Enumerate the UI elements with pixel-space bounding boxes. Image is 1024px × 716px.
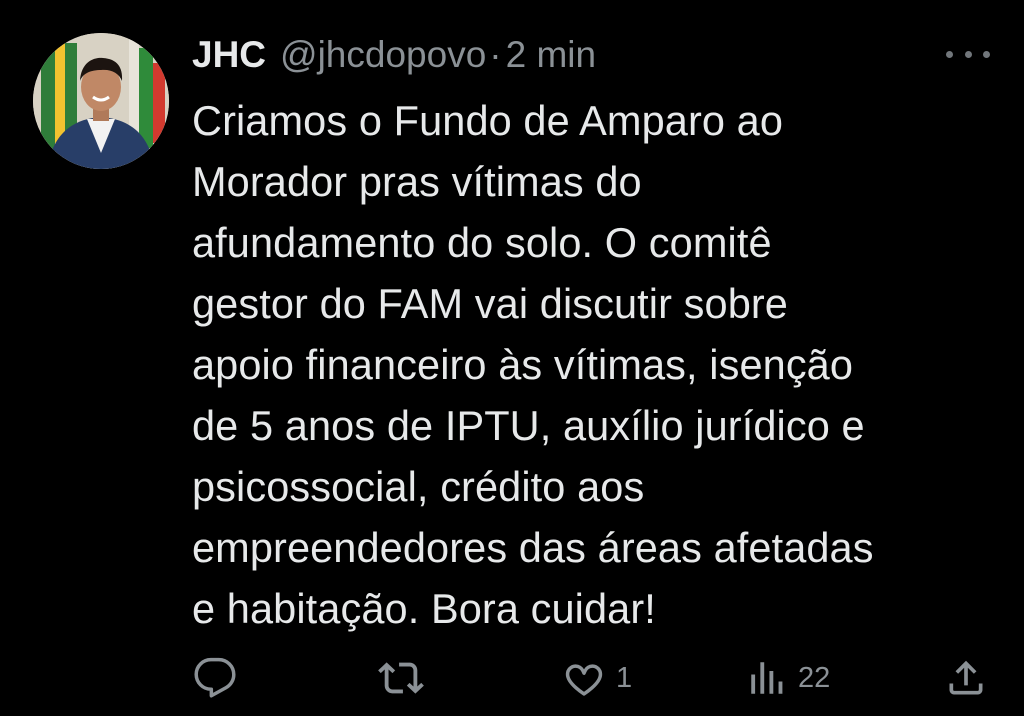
share-icon <box>949 660 983 695</box>
tweet-card: JHC @jhcdopovo · 2 min Criamos o Fundo d… <box>0 0 1024 716</box>
retweet-button[interactable] <box>378 652 434 704</box>
like-count: 1 <box>616 661 633 694</box>
reply-icon <box>194 657 236 698</box>
author-name[interactable]: JHC <box>192 34 266 76</box>
views-icon <box>751 662 783 694</box>
header-separator: · <box>489 34 502 75</box>
tweet-text: Criamos o Fundo de Amparo ao Morador pra… <box>192 97 874 632</box>
views-button[interactable]: 22 <box>746 652 830 704</box>
author-handle[interactable]: @jhcdopovo <box>280 34 486 76</box>
tweet-timestamp[interactable]: 2 min <box>506 34 596 76</box>
heart-icon <box>565 664 603 696</box>
dot <box>983 50 990 58</box>
avatar[interactable] <box>33 33 169 169</box>
retweet-icon <box>378 662 424 694</box>
reply-button[interactable] <box>193 652 247 704</box>
views-count: 22 <box>798 661 831 694</box>
dot <box>964 50 972 58</box>
tweet-header: JHC @jhcdopovo · 2 min <box>192 30 596 80</box>
like-button[interactable]: 1 <box>562 652 632 704</box>
share-button[interactable] <box>944 652 988 704</box>
more-options-icon[interactable] <box>946 44 990 64</box>
avatar-image <box>33 33 169 169</box>
dot <box>946 50 953 58</box>
action-bar: 1 22 <box>0 652 1024 704</box>
